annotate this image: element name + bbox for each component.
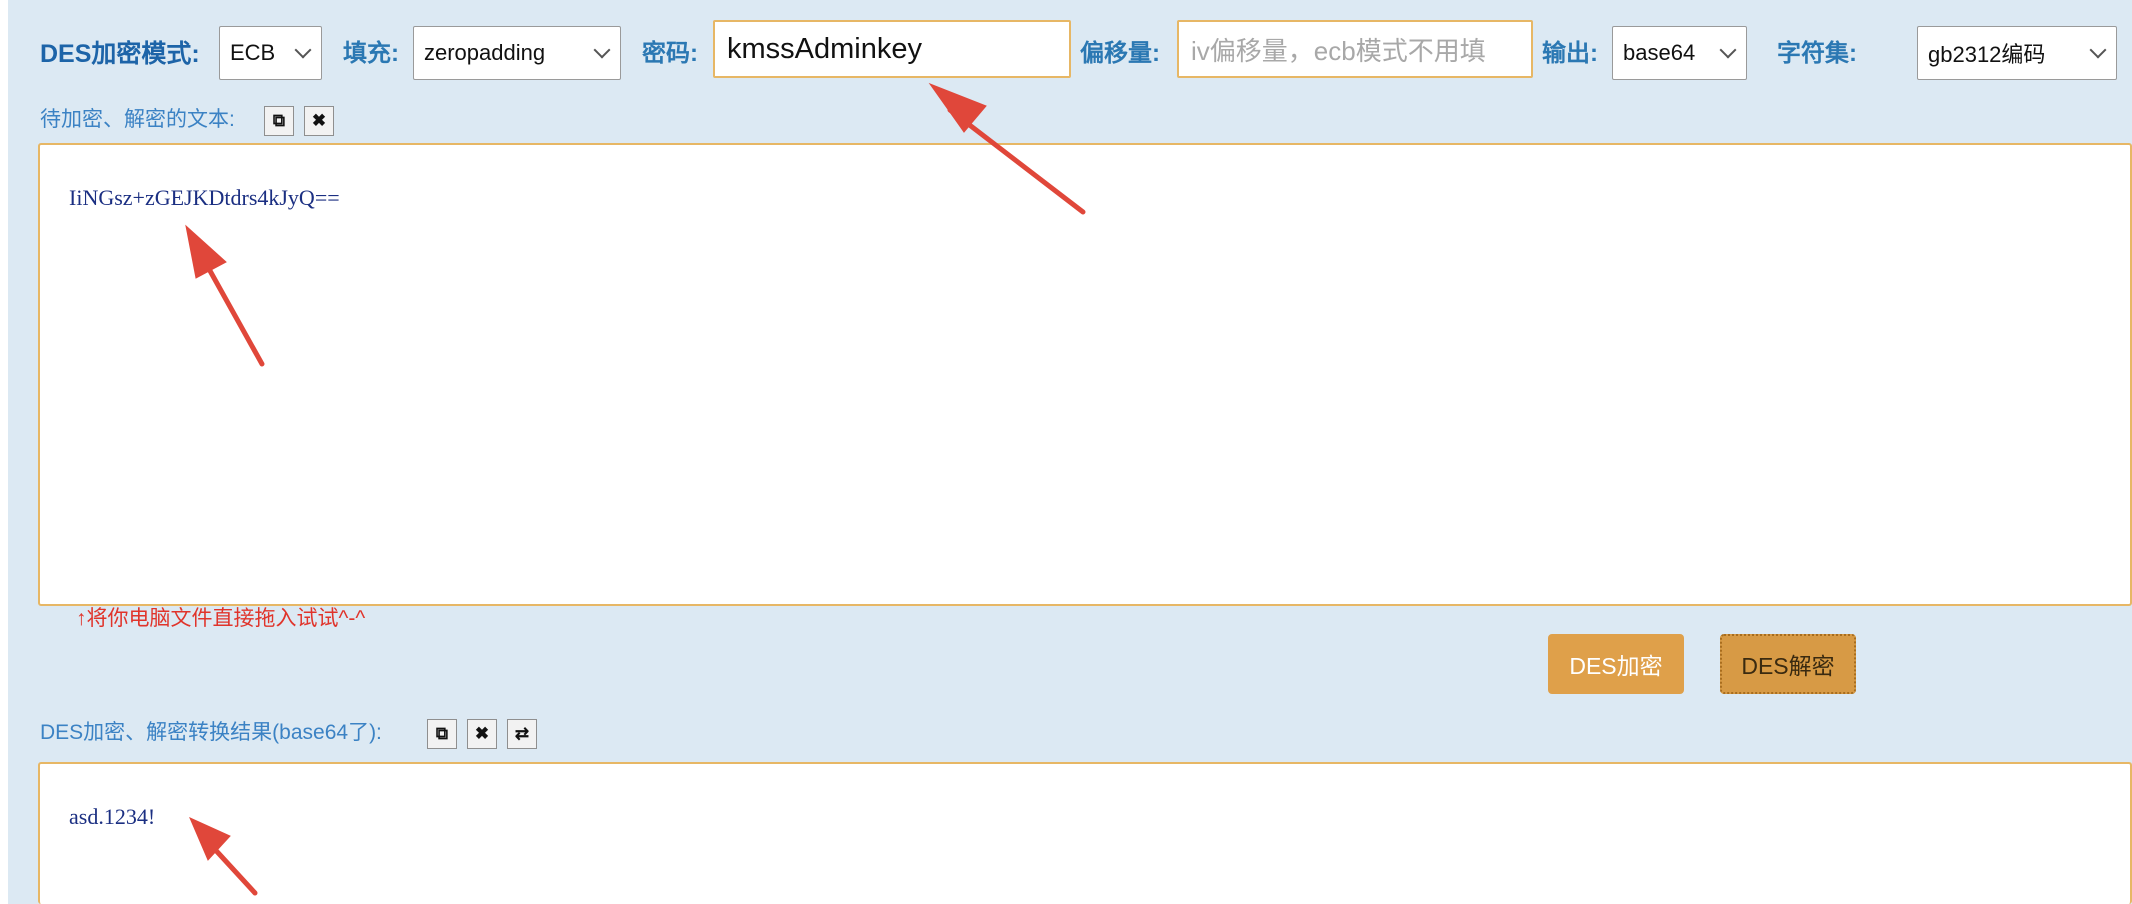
arrow-head-icon	[189, 817, 231, 861]
annotation-arrows	[185, 82, 1086, 896]
arrow-head-icon	[928, 82, 987, 133]
arrow-to-output-text	[207, 841, 258, 896]
arrow-head-icon	[185, 224, 227, 279]
arrow-to-input-text	[201, 257, 265, 367]
